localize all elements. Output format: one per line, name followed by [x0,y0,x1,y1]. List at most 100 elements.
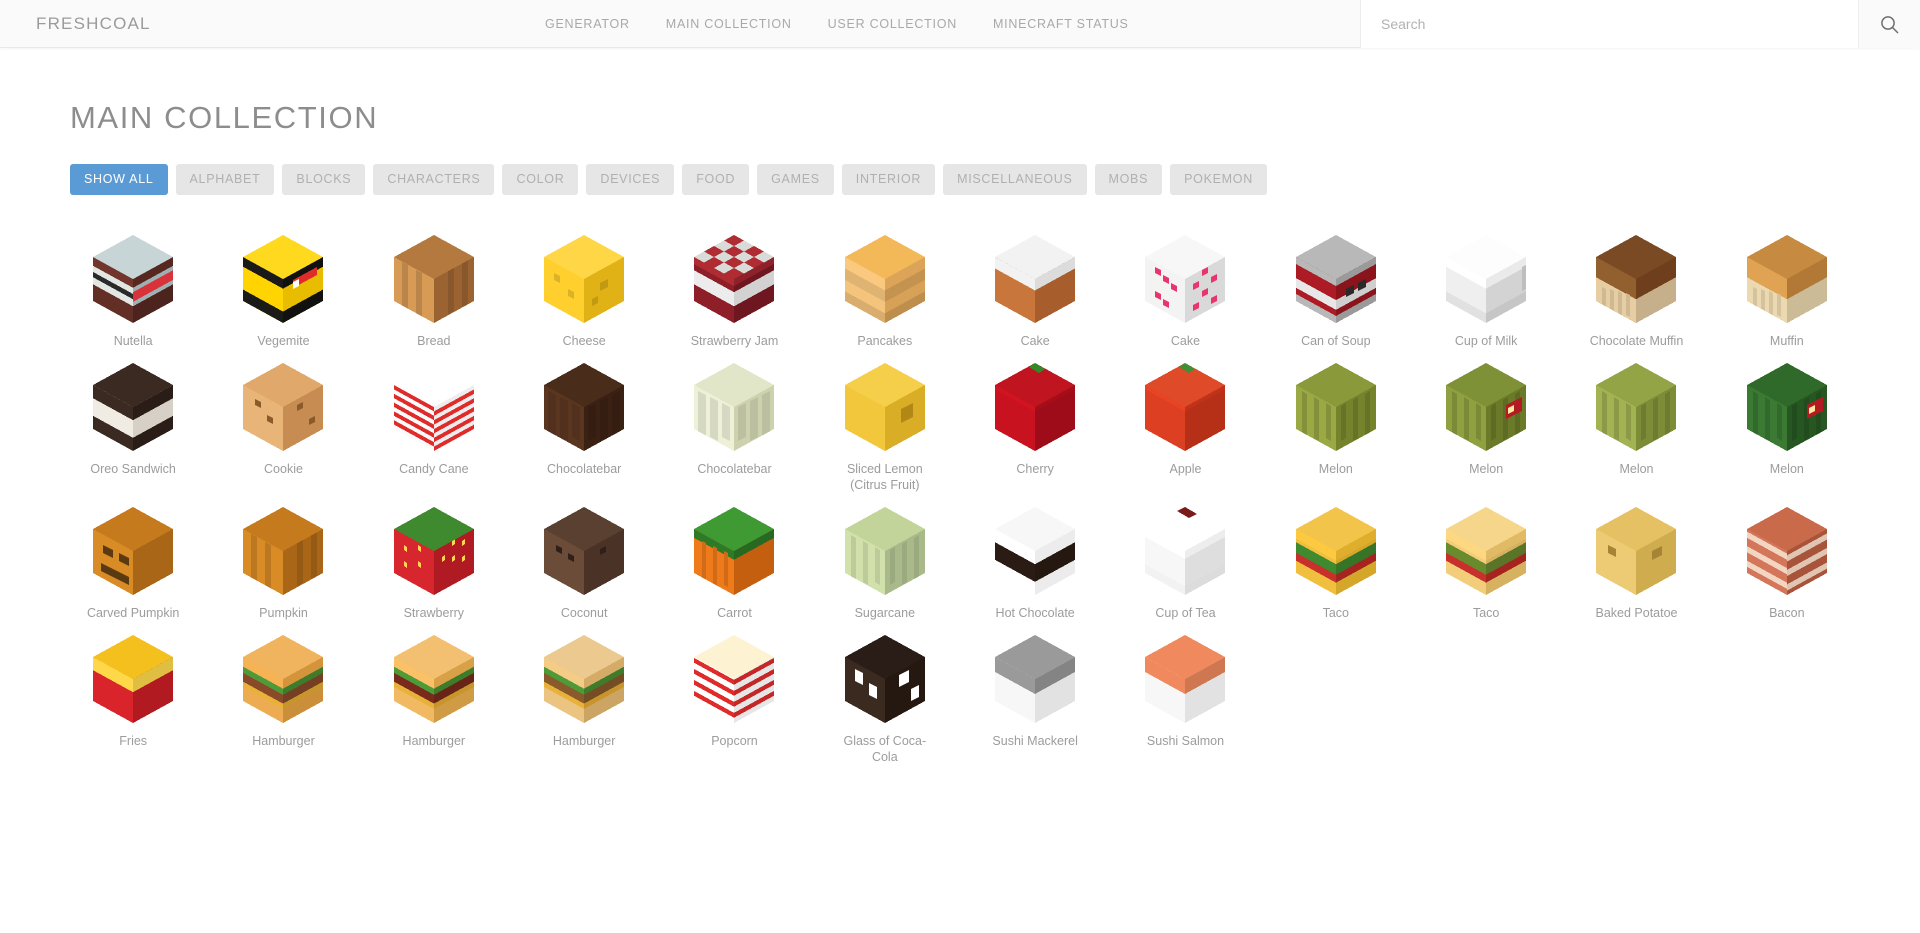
filter-miscellaneous[interactable]: MISCELLANEOUS [943,164,1087,195]
texture-item[interactable]: Carved Pumpkin [58,493,208,621]
texture-thumbnail [85,359,181,455]
texture-item[interactable]: Oreo Sandwich [58,349,208,493]
filter-food[interactable]: FOOD [682,164,750,195]
texture-item[interactable]: Chocolate Muffin [1561,221,1711,349]
filter-alphabet[interactable]: ALPHABET [175,164,275,195]
search-input[interactable] [1361,0,1858,48]
texture-label: Sushi Mackerel [992,734,1078,748]
texture-label: Melon [1769,462,1804,476]
texture-item[interactable]: Coconut [509,493,659,621]
texture-item[interactable]: Baked Potatoe [1561,493,1711,621]
texture-thumbnail [1137,631,1233,727]
texture-item[interactable]: Strawberry Jam [659,221,809,349]
nav-item-main-collection[interactable]: MAIN COLLECTION [666,17,792,31]
texture-thumbnail [1588,503,1684,599]
texture-label: Nutella [113,334,153,348]
texture-item[interactable]: Cherry [960,349,1110,493]
texture-item[interactable]: Taco [1411,493,1561,621]
filter-show-all[interactable]: SHOW ALL [70,164,168,195]
texture-item[interactable]: Melon [1411,349,1561,493]
texture-label: Popcorn [711,734,758,748]
texture-label: Bacon [1769,606,1805,620]
texture-item[interactable]: Muffin [1712,221,1862,349]
texture-item[interactable]: Strawberry [359,493,509,621]
search-button[interactable] [1858,0,1920,48]
texture-item[interactable]: Can of Soup [1261,221,1411,349]
texture-thumbnail [686,359,782,455]
texture-thumbnail [235,231,331,327]
texture-thumbnail [1739,359,1835,455]
texture-label: Pumpkin [259,606,308,620]
texture-label: Taco [1322,606,1350,620]
texture-item[interactable]: Pancakes [810,221,960,349]
texture-item[interactable]: Nutella [58,221,208,349]
texture-item[interactable]: Taco [1261,493,1411,621]
texture-item[interactable]: Melon [1712,349,1862,493]
main-navigation: GENERATOR MAIN COLLECTION USER COLLECTIO… [545,0,1129,48]
filter-interior[interactable]: INTERIOR [841,164,936,195]
filter-blocks[interactable]: BLOCKS [282,164,366,195]
texture-thumbnail [1739,503,1835,599]
texture-thumbnail [85,503,181,599]
nav-item-user-collection[interactable]: USER COLLECTION [828,17,957,31]
texture-item[interactable]: Bacon [1712,493,1862,621]
texture-item[interactable]: Glass of Coca-Cola [810,621,960,765]
top-navbar: FRESHCOAL GENERATOR MAIN COLLECTION USER… [0,0,1920,48]
texture-item[interactable]: Sugarcane [810,493,960,621]
texture-label: Chocolatebar [546,462,622,476]
texture-item[interactable]: Carrot [659,493,809,621]
texture-item[interactable]: Apple [1110,349,1260,493]
texture-item[interactable]: Sushi Salmon [1110,621,1260,765]
texture-item[interactable]: Sliced Lemon (Citrus Fruit) [810,349,960,493]
site-brand[interactable]: FRESHCOAL [36,14,151,34]
filter-devices[interactable]: DEVICES [586,164,675,195]
texture-item[interactable]: Pumpkin [208,493,358,621]
texture-item[interactable]: Chocolatebar [659,349,809,493]
texture-thumbnail [235,631,331,727]
texture-grid: Nutella Vegemite Bread Cheese Strawberry Jam… [0,221,1920,765]
texture-item[interactable]: Hamburger [208,621,358,765]
texture-item[interactable]: Bread [359,221,509,349]
texture-thumbnail [1288,231,1384,327]
texture-item[interactable]: Cup of Milk [1411,221,1561,349]
filter-pokemon[interactable]: POKEMON [1170,164,1267,195]
texture-label: Cherry [1016,462,1054,476]
filter-color[interactable]: COLOR [502,164,579,195]
texture-item[interactable]: Cake [960,221,1110,349]
texture-item[interactable]: Hamburger [509,621,659,765]
texture-label: Melon [1318,462,1353,476]
texture-item[interactable]: Popcorn [659,621,809,765]
nav-item-minecraft-status[interactable]: MINECRAFT STATUS [993,17,1129,31]
texture-label: Glass of Coca-Cola [843,734,927,764]
texture-label: Sliced Lemon (Citrus Fruit) [846,462,923,492]
texture-item[interactable]: Vegemite [208,221,358,349]
texture-item[interactable]: Cookie [208,349,358,493]
texture-label: Chocolate Muffin [1589,334,1684,348]
texture-item[interactable]: Chocolatebar [509,349,659,493]
filter-games[interactable]: GAMES [757,164,834,195]
texture-thumbnail [987,359,1083,455]
filter-mobs[interactable]: MOBS [1094,164,1163,195]
texture-item[interactable]: Cake [1110,221,1260,349]
texture-item[interactable]: Sushi Mackerel [960,621,1110,765]
texture-item[interactable]: Cup of Tea [1110,493,1260,621]
texture-item[interactable]: Cheese [509,221,659,349]
texture-thumbnail [85,231,181,327]
texture-thumbnail [1739,231,1835,327]
texture-thumbnail [235,359,331,455]
texture-item[interactable]: Hamburger [359,621,509,765]
texture-thumbnail [987,631,1083,727]
texture-thumbnail [1288,359,1384,455]
texture-thumbnail [1137,359,1233,455]
nav-item-generator[interactable]: GENERATOR [545,17,630,31]
texture-item[interactable]: Hot Chocolate [960,493,1110,621]
texture-thumbnail [85,631,181,727]
texture-label: Chocolatebar [697,462,772,476]
texture-item[interactable]: Melon [1561,349,1711,493]
texture-item[interactable]: Candy Cane [359,349,509,493]
texture-item[interactable]: Fries [58,621,208,765]
texture-thumbnail [987,231,1083,327]
filter-characters[interactable]: CHARACTERS [373,164,495,195]
texture-label: Cheese [562,334,606,348]
texture-item[interactable]: Melon [1261,349,1411,493]
